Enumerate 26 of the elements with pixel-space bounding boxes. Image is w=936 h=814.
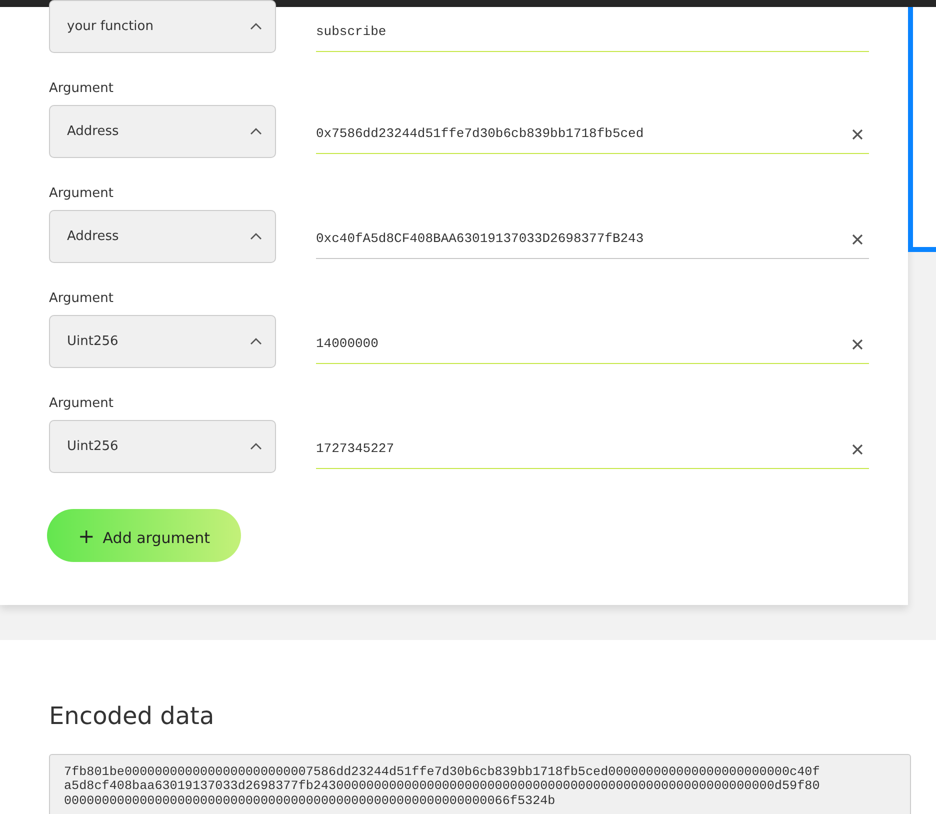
clear-icon[interactable] bbox=[852, 338, 863, 350]
type-dropdown[interactable]: your function bbox=[49, 0, 276, 53]
section-title: Encoded data bbox=[49, 702, 216, 730]
value-field[interactable]: 0x7586dd23244d51ffe7d30b6cb839bb1718fb5ced bbox=[316, 114, 869, 154]
chevron-up-icon bbox=[250, 23, 262, 30]
value-field[interactable]: 1727345227 bbox=[316, 428, 869, 468]
chevron-up-icon bbox=[250, 233, 262, 240]
type-dropdown[interactable]: Uint256 bbox=[49, 315, 276, 368]
chevron-up-icon bbox=[250, 338, 262, 345]
argument-label: Argument bbox=[49, 81, 114, 96]
type-dropdown[interactable]: Uint256 bbox=[49, 420, 276, 473]
clear-icon[interactable] bbox=[852, 128, 863, 140]
argument-label: Argument bbox=[49, 291, 114, 306]
argument-label: Argument bbox=[49, 396, 114, 411]
type-dropdown[interactable]: Address bbox=[49, 105, 276, 158]
argument-label: Argument bbox=[49, 186, 114, 201]
clear-icon[interactable] bbox=[852, 444, 863, 454]
encoded-data-text: 7fb801be0000000000000000000000007586dd23244d51ffe7d30b6cb839bb1718fb5ced000000000000000000000000c40fa5d8cf408baa63019137033d2698377fb2430000000000000000000000000000000000000000000000000000000000d59f8000000000000000000000000000000000000000000000000000000000066f5324b bbox=[64, 765, 820, 808]
type-dropdown[interactable]: Address bbox=[49, 210, 276, 263]
add-argument-button[interactable]: + Add argument bbox=[47, 509, 241, 562]
clear-icon[interactable] bbox=[852, 234, 863, 244]
value-field[interactable]: subscribe bbox=[316, 12, 869, 52]
chevron-up-icon bbox=[250, 128, 262, 135]
value-field[interactable]: 0xc40fA5d8CF408BAA63019137033D2698377fB243 bbox=[316, 218, 869, 258]
value-field[interactable]: 14000000 bbox=[316, 324, 869, 364]
chevron-up-icon bbox=[250, 443, 262, 450]
